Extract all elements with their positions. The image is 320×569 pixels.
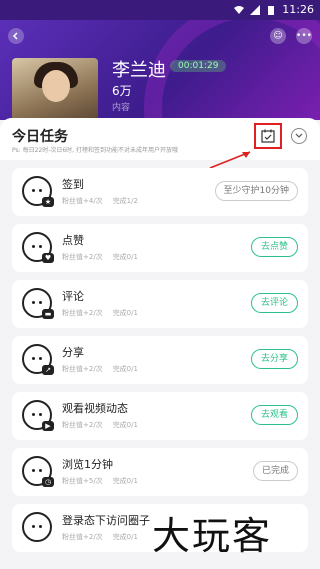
task-points: 粉丝值+2/次 [62, 309, 103, 317]
task-points: 粉丝值+2/次 [62, 421, 103, 429]
task-progress: 完成0/1 [112, 309, 138, 317]
like-button[interactable]: 去点赞 [250, 237, 298, 257]
expand-button[interactable] [291, 128, 307, 144]
task-item-like: ♥ 点赞 粉丝值+2/次 完成0/1 去点赞 [12, 224, 308, 272]
battery-icon [268, 5, 275, 15]
circle-visit-icon [22, 512, 52, 542]
task-progress: 完成1/2 [112, 197, 138, 205]
more-icon: ••• [296, 31, 312, 41]
task-note: Ps: 每日22时-次日6时, 打榜和签到功能不对未成年用户开放哦 [12, 147, 179, 154]
task-name: 分享 [62, 346, 84, 359]
emoji-button[interactable]: ☺ [270, 28, 286, 44]
smile-icon: ☺ [273, 31, 283, 41]
task-points: 粉丝值+2/次 [62, 533, 103, 541]
clock-icon: ◷ [22, 456, 54, 487]
status-bar: 11:26 [0, 0, 320, 20]
duration-badge: 00:01:29 [170, 60, 227, 72]
task-item-comment: ▬ 评论 粉丝值+2/次 完成0/1 去评论 [12, 280, 308, 328]
header-sub-label: 内容 [112, 103, 131, 113]
task-sheet-header: 今日任务 Ps: 每日22时-次日6时, 打榜和签到功能不对未成年用户开放哦 [0, 118, 320, 169]
watch-button[interactable]: 去观看 [250, 405, 298, 425]
anchor-avatar [12, 58, 98, 120]
task-name: 评论 [62, 290, 84, 303]
task-name: 签到 [62, 178, 84, 191]
task-progress: 完成0/1 [112, 421, 138, 429]
task-action-button[interactable]: 至少守护10分钟 [214, 181, 298, 201]
comment-button[interactable]: 去评论 [250, 293, 298, 313]
page-title: 今日任务 [12, 129, 68, 145]
comment-icon: ▬ [22, 288, 54, 319]
more-button[interactable]: ••• [296, 28, 312, 44]
task-name: 登录态下访问圈子 [62, 514, 150, 527]
chevron-down-icon [295, 133, 303, 138]
calendar-button[interactable] [254, 123, 282, 149]
task-sheet: 今日任务 Ps: 每日22时-次日6时, 打榜和签到功能不对未成年用户开放哦 ★… [0, 118, 320, 569]
back-arrow-icon [12, 32, 18, 40]
signal-icon [250, 4, 261, 15]
task-points: 粉丝值+4/次 [62, 197, 103, 205]
task-progress: 完成0/1 [112, 477, 138, 485]
task-points: 粉丝值+2/次 [62, 253, 103, 261]
task-item-checkin: ★ 签到 粉丝值+4/次 完成1/2 至少守护10分钟 [12, 168, 308, 216]
task-progress: 完成0/1 [112, 253, 138, 261]
share-button[interactable]: 去分享 [250, 349, 298, 369]
like-icon: ♥ [22, 232, 54, 263]
task-item-watch-video: ▶ 观看视频动态 粉丝值+2/次 完成0/1 去观看 [12, 392, 308, 440]
task-item-browse: ◷ 浏览1分钟 粉丝值+5/次 完成0/1 已完成 [12, 448, 308, 496]
status-time: 11:26 [282, 3, 314, 16]
task-points: 粉丝值+5/次 [62, 477, 103, 485]
task-progress: 完成0/1 [112, 365, 138, 373]
task-name: 点赞 [62, 234, 84, 247]
fans-count: 6万 [112, 84, 132, 98]
checkin-icon: ★ [22, 176, 54, 207]
watermark-logo: 大玩客 [152, 514, 273, 558]
task-name: 观看视频动态 [62, 402, 128, 415]
task-points: 粉丝值+2/次 [62, 365, 103, 373]
task-progress: 完成0/1 [112, 533, 138, 541]
back-button[interactable] [8, 28, 24, 44]
task-name: 浏览1分钟 [62, 458, 113, 471]
anchor-name: 李兰迪 [112, 60, 166, 81]
share-icon: ↗ [22, 344, 54, 375]
calendar-check-icon [261, 129, 275, 143]
completed-badge: 已完成 [252, 461, 298, 481]
anchor-header: ☺ ••• 李兰迪 00:01:29 6万 内容 [0, 20, 320, 120]
video-icon: ▶ [22, 400, 54, 431]
wifi-icon [234, 5, 245, 14]
task-item-share: ↗ 分享 粉丝值+2/次 完成0/1 去分享 [12, 336, 308, 384]
